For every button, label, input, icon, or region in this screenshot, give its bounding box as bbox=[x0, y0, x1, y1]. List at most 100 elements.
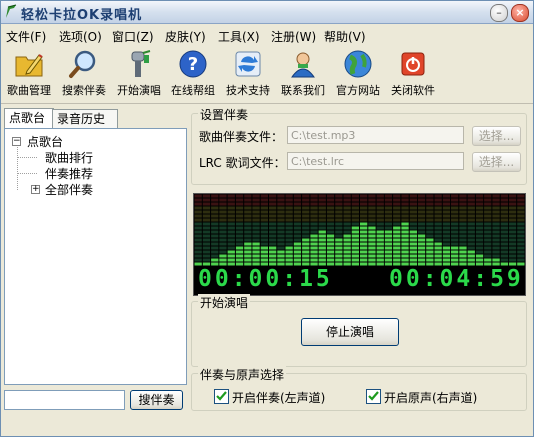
menu-help[interactable]: 帮助(V) bbox=[324, 28, 366, 45]
spectrum-segment bbox=[384, 230, 393, 234]
spectrum-segment bbox=[351, 226, 359, 230]
spectrum-segment bbox=[202, 202, 211, 206]
spectrum-segment bbox=[442, 210, 451, 214]
spectrum-segment bbox=[335, 194, 343, 198]
spectrum-segment bbox=[277, 238, 285, 242]
spectrum-segment bbox=[426, 202, 434, 206]
spectrum-segment bbox=[417, 250, 426, 254]
spectrum-segment bbox=[409, 254, 417, 258]
tab-song-desk[interactable]: 点歌台 bbox=[4, 108, 54, 129]
spectrum-segment bbox=[343, 246, 351, 250]
spectrum-segment bbox=[293, 234, 302, 238]
spectrum-segment bbox=[235, 230, 244, 234]
spectrum-segment bbox=[376, 234, 384, 238]
spectrum-segment bbox=[409, 250, 417, 254]
spectrum-segment bbox=[269, 250, 277, 254]
spectrum-segment bbox=[384, 242, 393, 246]
spectrum-segment bbox=[285, 226, 293, 230]
spectrum-segment bbox=[484, 198, 492, 202]
spectrum-segment bbox=[500, 230, 508, 234]
spectrum-segment bbox=[508, 234, 517, 238]
minimize-button[interactable]: – bbox=[490, 4, 508, 22]
spectrum-segment bbox=[235, 218, 244, 222]
menu-options[interactable]: 选项(O) bbox=[59, 28, 102, 45]
contact-us-button[interactable]: 联系我们 bbox=[275, 49, 331, 101]
menu-tools[interactable]: 工具(X) bbox=[218, 28, 260, 45]
spectrum-segment bbox=[467, 258, 475, 262]
spectrum-segment bbox=[459, 254, 467, 258]
spectrum-segment bbox=[194, 218, 202, 222]
spectrum-segment bbox=[302, 218, 310, 222]
spectrum-segment bbox=[434, 222, 442, 226]
start-sing-label: 开始演唱 bbox=[117, 84, 161, 97]
close-button[interactable]: × bbox=[511, 4, 529, 22]
spectrum-segment bbox=[194, 222, 202, 226]
spectrum-segment bbox=[384, 194, 393, 198]
search-button[interactable]: 搜伴奏 bbox=[130, 390, 183, 410]
lrc-browse-button[interactable]: 选择... bbox=[472, 152, 521, 172]
spectrum-segment bbox=[360, 242, 368, 246]
spectrum-segment bbox=[409, 214, 417, 218]
spectrum-segment bbox=[269, 258, 277, 262]
spectrum-segment bbox=[508, 238, 517, 242]
spectrum-segment bbox=[409, 218, 417, 222]
spectrum-segment bbox=[434, 242, 442, 246]
spectrum-segment bbox=[492, 210, 500, 214]
spectrum-segment bbox=[508, 194, 517, 198]
sing-group: 开始演唱 停止演唱 bbox=[191, 294, 527, 367]
tree-line bbox=[17, 157, 37, 158]
spectrum-segment bbox=[260, 258, 268, 262]
start-sing-button[interactable]: 开始演唱 bbox=[111, 49, 167, 101]
tree-root[interactable]: 点歌台 bbox=[27, 133, 63, 150]
menu-file[interactable]: 文件(F) bbox=[6, 28, 46, 45]
menu-register[interactable]: 注册(W) bbox=[271, 28, 316, 45]
menu-skin[interactable]: 皮肤(Y) bbox=[165, 28, 206, 45]
tree-collapse-toggle[interactable]: − bbox=[12, 137, 21, 146]
tree-item-recommended[interactable]: 伴奏推荐 bbox=[45, 165, 93, 182]
lrc-file-input[interactable]: C:\test.lrc bbox=[287, 152, 464, 170]
spectrum-segment bbox=[244, 198, 252, 202]
spectrum-segment bbox=[360, 250, 368, 254]
spectrum-segment bbox=[500, 194, 508, 198]
tree-expand-toggle[interactable]: + bbox=[31, 185, 40, 194]
spectrum-segment bbox=[227, 254, 235, 258]
spectrum-segment bbox=[343, 258, 351, 262]
tab-record-history[interactable]: 录音历史 bbox=[52, 109, 118, 128]
menu-bar: 文件(F) 选项(O) 窗口(Z) 皮肤(Y) 工具(X) 注册(W) 帮助(V… bbox=[1, 24, 533, 44]
original-voice-checkbox[interactable] bbox=[366, 389, 381, 404]
search-accomp-button[interactable]: 搜索伴奏 bbox=[56, 49, 112, 101]
accomp-checkbox[interactable] bbox=[214, 389, 229, 404]
spectrum-segment bbox=[277, 230, 285, 234]
spectrum-segment bbox=[401, 194, 409, 198]
spectrum-segment bbox=[318, 210, 326, 214]
spectrum-segment bbox=[285, 214, 293, 218]
spectrum-segment bbox=[459, 258, 467, 262]
menu-window[interactable]: 窗口(Z) bbox=[112, 28, 154, 45]
tech-support-button[interactable]: 技术支持 bbox=[220, 49, 276, 101]
song-file-label: 歌曲伴奏文件： bbox=[199, 130, 284, 144]
spectrum-segment bbox=[326, 242, 335, 246]
spectrum-segment bbox=[293, 258, 302, 262]
search-input[interactable] bbox=[4, 390, 125, 410]
official-site-button[interactable]: 官方网站 bbox=[330, 49, 386, 101]
stop-sing-button[interactable]: 停止演唱 bbox=[301, 318, 399, 346]
song-manage-button[interactable]: 歌曲管理 bbox=[1, 49, 57, 101]
svg-text:?: ? bbox=[188, 54, 198, 75]
spectrum-segment bbox=[269, 238, 277, 242]
spectrum-segment bbox=[393, 194, 401, 198]
song-browse-button[interactable]: 选择... bbox=[472, 126, 521, 146]
spectrum-segment bbox=[277, 254, 285, 258]
spectrum-segment bbox=[384, 210, 393, 214]
close-app-button[interactable]: 关闭软件 bbox=[385, 49, 441, 101]
spectrum-segment bbox=[310, 198, 318, 202]
spectrum-segment bbox=[235, 222, 244, 226]
spectrum-segment bbox=[409, 238, 417, 242]
spectrum-segment bbox=[426, 226, 434, 230]
song-file-input[interactable]: C:\test.mp3 bbox=[287, 126, 464, 144]
tree-item-all-accomp[interactable]: 全部伴奏 bbox=[45, 181, 93, 198]
spectrum-segment bbox=[508, 250, 517, 254]
online-help-button[interactable]: ? 在线帮组 bbox=[165, 49, 221, 101]
spectrum-segment bbox=[351, 194, 359, 198]
tree-item-song-rank[interactable]: 歌曲排行 bbox=[45, 149, 93, 166]
spectrum-segment bbox=[384, 258, 393, 262]
